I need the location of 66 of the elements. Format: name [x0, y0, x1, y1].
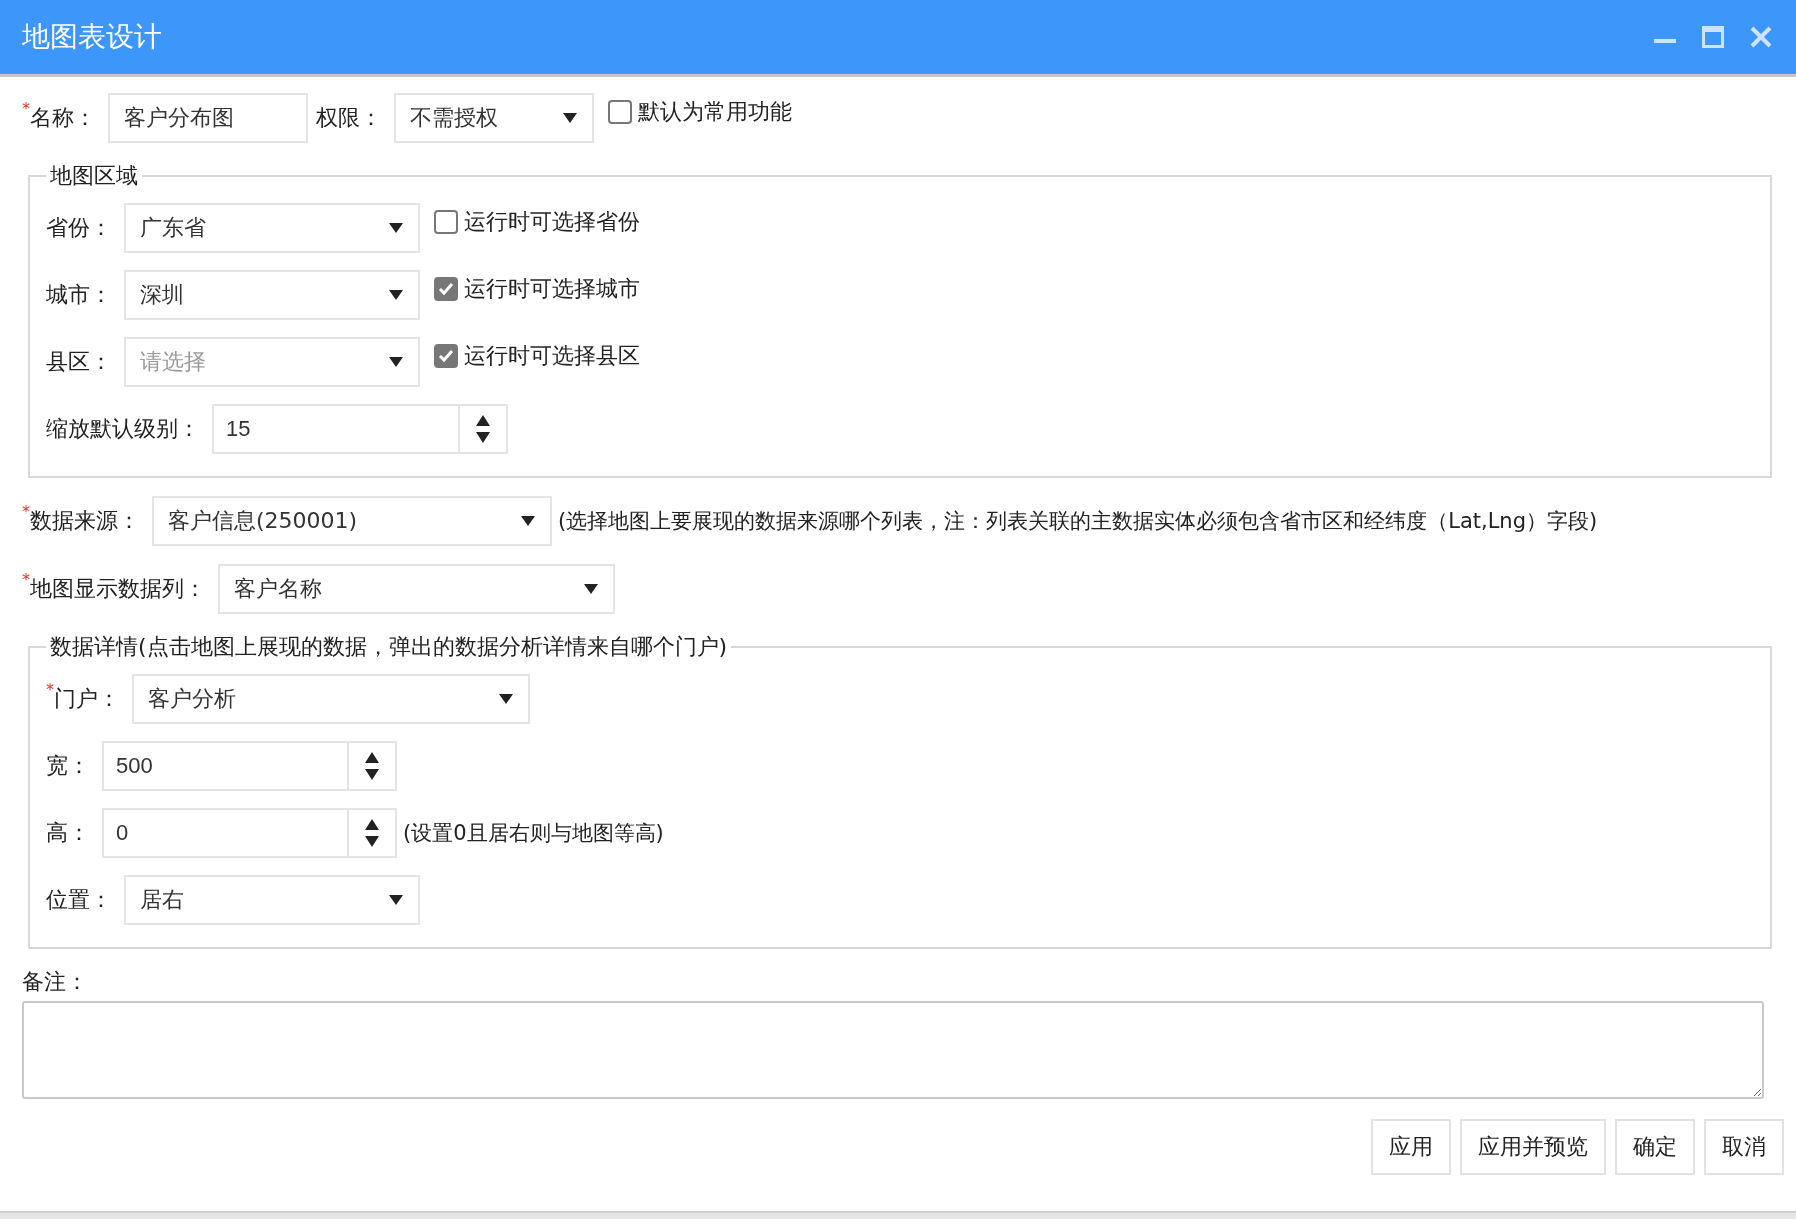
dropdown[interactable]: 深圳	[124, 270, 420, 320]
number-field[interactable]: 15	[212, 404, 458, 454]
caret-icon	[520, 515, 536, 527]
required-mark: *	[22, 570, 30, 589]
remarks-field[interactable]	[22, 1001, 1764, 1099]
remarks-label: 备注：	[22, 968, 89, 996]
dialog-button[interactable]: 应用	[1371, 1119, 1451, 1175]
dialog-button[interactable]: 确定	[1615, 1119, 1695, 1175]
stepper-button[interactable]	[458, 404, 508, 454]
field-label: 高：	[46, 819, 90, 847]
dialog-button[interactable]: 取消	[1704, 1119, 1784, 1175]
field-label: 城市：	[46, 281, 112, 309]
dropdown[interactable]: 广东省	[124, 203, 420, 253]
down-arrow-icon[interactable]	[365, 769, 379, 780]
dropdown[interactable]: 客户信息(250001)	[152, 496, 552, 546]
field-label: 省份：	[46, 214, 112, 242]
checkbox[interactable]	[434, 277, 458, 301]
field-label: 宽：	[46, 752, 90, 780]
checkbox-label: 运行时可选择城市	[464, 275, 640, 303]
stepper-button[interactable]	[347, 808, 397, 858]
hint-text: (设置0且居右则与地图等高)	[403, 820, 664, 847]
caret-icon	[388, 356, 404, 368]
caret-icon	[562, 112, 578, 124]
hint-text: (选择地图上要展现的数据来源哪个列表，注：列表关联的主数据实体必须包含省市区和经纬度（Lat,Lng）字段)	[558, 508, 1598, 535]
text-field[interactable]: 客户分布图	[108, 93, 308, 143]
checkbox[interactable]	[434, 210, 458, 234]
stepper-button[interactable]	[347, 741, 397, 791]
dropdown[interactable]: 客户名称	[218, 564, 615, 614]
checkbox-label: 运行时可选择省份	[464, 208, 640, 236]
checkbox[interactable]	[608, 100, 632, 124]
up-arrow-icon[interactable]	[476, 415, 490, 426]
caret-icon	[388, 289, 404, 301]
field-label: 名称：	[30, 105, 96, 132]
dropdown[interactable]: 不需授权	[394, 93, 594, 143]
minimize-icon	[1654, 39, 1676, 43]
dialog-button[interactable]: 应用并预览	[1460, 1119, 1606, 1175]
dropdown[interactable]: 客户分析	[132, 674, 530, 724]
up-arrow-icon[interactable]	[365, 752, 379, 763]
down-arrow-icon[interactable]	[476, 432, 490, 443]
field-label: 门户：	[54, 686, 120, 713]
required-mark: *	[22, 502, 30, 521]
caret-icon	[498, 693, 514, 705]
checkbox-label: 运行时可选择县区	[464, 342, 640, 370]
field-label: 缩放默认级别：	[46, 415, 200, 443]
caret-icon	[583, 583, 599, 595]
group-title: 地图区域	[49, 162, 139, 190]
checkmark-icon	[438, 349, 454, 363]
checkmark-icon	[438, 282, 454, 296]
window-title: 地图表设计	[22, 19, 163, 55]
checkbox-label: 默认为常用功能	[638, 98, 792, 126]
up-arrow-icon[interactable]	[365, 819, 379, 830]
caret-icon	[388, 894, 404, 906]
field-label: 县区：	[46, 348, 112, 376]
checkbox[interactable]	[434, 344, 458, 368]
field-label: 权限：	[316, 104, 382, 132]
field-label: 位置：	[46, 886, 112, 914]
down-arrow-icon[interactable]	[365, 836, 379, 847]
field-label: 地图显示数据列：	[30, 576, 206, 603]
field-label: 数据来源：	[30, 508, 140, 535]
required-mark: *	[46, 680, 54, 699]
required-mark: *	[22, 99, 30, 118]
number-field[interactable]: 500	[102, 741, 347, 791]
number-field[interactable]: 0	[102, 808, 347, 858]
caret-icon	[388, 222, 404, 234]
group-title: 数据详情(点击地图上展现的数据，弹出的数据分析详情来自哪个门户)	[49, 633, 729, 661]
dropdown[interactable]: 居右	[124, 875, 420, 925]
